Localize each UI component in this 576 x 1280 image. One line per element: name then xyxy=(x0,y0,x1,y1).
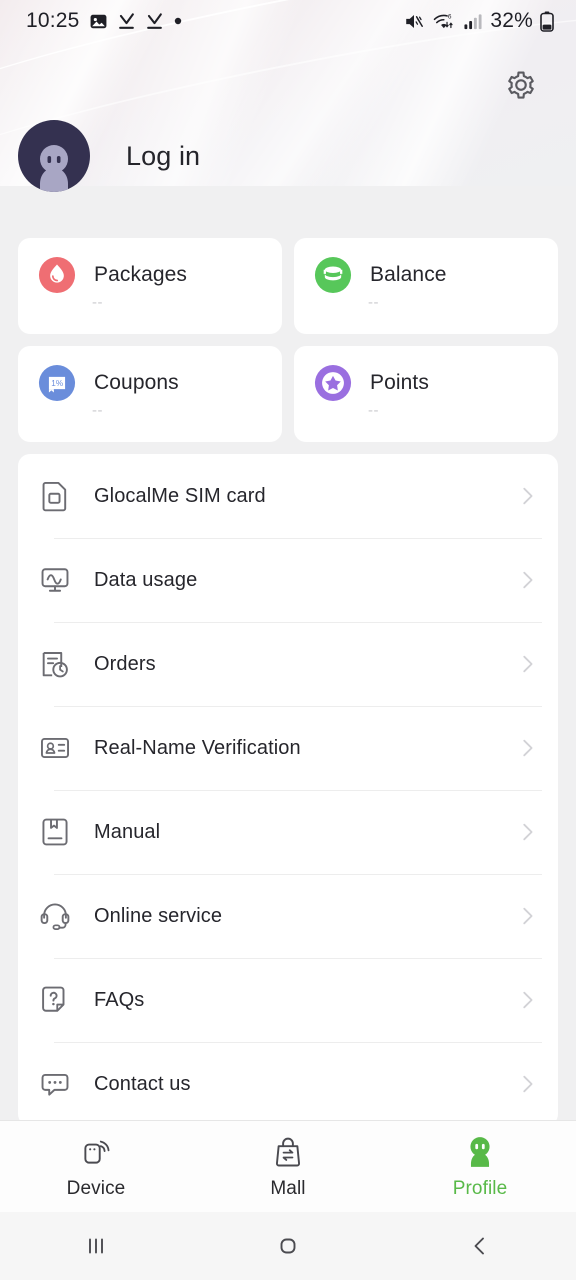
stat-label: Packages xyxy=(94,263,188,286)
balance-coins-icon xyxy=(314,256,352,294)
battery-percent-label: 32% xyxy=(490,9,533,32)
chevron-right-icon xyxy=(523,739,533,757)
gear-icon xyxy=(508,71,534,99)
back-icon xyxy=(474,1237,484,1255)
menu-item-label: Orders xyxy=(94,652,156,675)
chevron-right-icon xyxy=(523,907,533,925)
stat-card-header: Balance xyxy=(314,256,558,294)
avatar[interactable] xyxy=(18,120,90,192)
battery-icon xyxy=(540,11,554,32)
status-bar-right: 6 32% xyxy=(403,9,554,33)
chevron-right-icon xyxy=(523,655,533,673)
shopping-bag-icon xyxy=(272,1133,304,1171)
menu-item-data-usage[interactable]: Data usage xyxy=(38,538,542,622)
menu-item-manual[interactable]: Manual xyxy=(38,790,542,874)
tab-profile[interactable]: Profile xyxy=(384,1133,576,1200)
back-button[interactable] xyxy=(384,1233,576,1259)
stat-label: Balance xyxy=(370,263,447,286)
chat-bubble-icon xyxy=(41,1073,69,1096)
orders-icon xyxy=(42,652,68,678)
dot-icon xyxy=(174,17,181,25)
sim-card-icon xyxy=(42,482,67,512)
stat-card-coupons[interactable]: 1% Coupons -- xyxy=(18,346,282,442)
download-icon xyxy=(118,12,134,29)
menu-item-label: FAQs xyxy=(94,988,145,1011)
menu-item-label: Contact us xyxy=(94,1072,191,1095)
chevron-right-icon xyxy=(523,571,533,589)
menu-item-label: GlocalMe SIM card xyxy=(94,484,266,507)
stat-label: Points xyxy=(370,371,429,394)
status-bar: 10:25 6 32% xyxy=(0,0,576,42)
menu-list: GlocalMe SIM card Data usage Orders Real… xyxy=(18,454,558,1120)
stat-card-balance[interactable]: Balance -- xyxy=(294,238,558,334)
stat-card-points[interactable]: Points -- xyxy=(294,346,558,442)
device-wifi-icon xyxy=(79,1133,113,1171)
stat-card-header: Packages xyxy=(38,256,282,294)
menu-item-contact-us[interactable]: Contact us xyxy=(38,1042,542,1120)
svg-text:1%: 1% xyxy=(51,379,63,388)
points-star-icon xyxy=(314,364,352,402)
profile-icon xyxy=(464,1133,496,1171)
menu-item-real-name-verification[interactable]: Real-Name Verification xyxy=(38,706,542,790)
chevron-right-icon xyxy=(523,1075,533,1093)
menu-item-orders[interactable]: Orders xyxy=(38,622,542,706)
android-navigation-bar xyxy=(0,1212,576,1280)
home-icon xyxy=(280,1238,296,1254)
stat-value: -- xyxy=(92,294,103,311)
mute-icon xyxy=(406,14,424,28)
chevron-right-icon xyxy=(523,991,533,1009)
home-button[interactable] xyxy=(192,1233,384,1259)
menu-item-label: Real-Name Verification xyxy=(94,736,301,759)
faq-icon xyxy=(42,986,65,1012)
stat-value: -- xyxy=(92,402,103,419)
menu-item-label: Data usage xyxy=(94,568,198,591)
recents-icon xyxy=(89,1238,103,1254)
tab-label: Profile xyxy=(452,1178,508,1199)
packages-droplet-icon xyxy=(38,256,76,294)
stat-card-grid: Packages -- Balance -- 1% Coupons -- Poi… xyxy=(0,186,576,442)
main-content: Packages -- Balance -- 1% Coupons -- Poi… xyxy=(0,186,576,1120)
menu-item-glocalme-sim-card[interactable]: GlocalMe SIM card xyxy=(38,454,538,538)
stat-card-header: Points xyxy=(314,364,558,402)
stat-card-packages[interactable]: Packages -- xyxy=(18,238,282,334)
stat-value: -- xyxy=(368,402,379,419)
tab-label: Mall xyxy=(270,1178,306,1199)
tab-label: Device xyxy=(66,1178,126,1199)
menu-item-label: Manual xyxy=(94,820,161,843)
stat-label: Coupons xyxy=(94,371,179,394)
status-bar-clock: 10:25 xyxy=(26,9,80,32)
tab-mall[interactable]: Mall xyxy=(192,1133,384,1200)
default-avatar-icon xyxy=(40,145,68,192)
manual-book-icon xyxy=(42,818,68,846)
download-icon xyxy=(146,12,162,29)
signal-icon xyxy=(464,13,482,29)
settings-button[interactable] xyxy=(504,68,538,102)
menu-item-online-service[interactable]: Online service xyxy=(38,874,542,958)
wifi-6-icon: 6 xyxy=(434,13,453,28)
stat-value: -- xyxy=(368,294,379,311)
svg-text:6: 6 xyxy=(448,13,452,20)
login-row[interactable]: Log in xyxy=(0,118,576,194)
tab-device[interactable]: Device xyxy=(0,1133,192,1200)
recents-button[interactable] xyxy=(0,1233,192,1259)
chevron-right-icon xyxy=(523,487,533,505)
chevron-right-icon xyxy=(523,823,533,841)
headset-icon xyxy=(40,903,70,930)
id-card-icon xyxy=(41,737,69,759)
bottom-tab-bar: Device Mall Profile xyxy=(0,1120,576,1212)
stat-card-header: 1% Coupons xyxy=(38,364,282,402)
status-bar-left: 10:25 xyxy=(26,9,183,33)
coupon-ticket-icon: 1% xyxy=(38,364,76,402)
menu-item-label: Online service xyxy=(94,904,223,927)
image-icon xyxy=(90,14,106,28)
login-label[interactable]: Log in xyxy=(126,141,200,172)
data-usage-icon xyxy=(41,568,69,592)
menu-item-faqs[interactable]: FAQs xyxy=(38,958,542,1042)
